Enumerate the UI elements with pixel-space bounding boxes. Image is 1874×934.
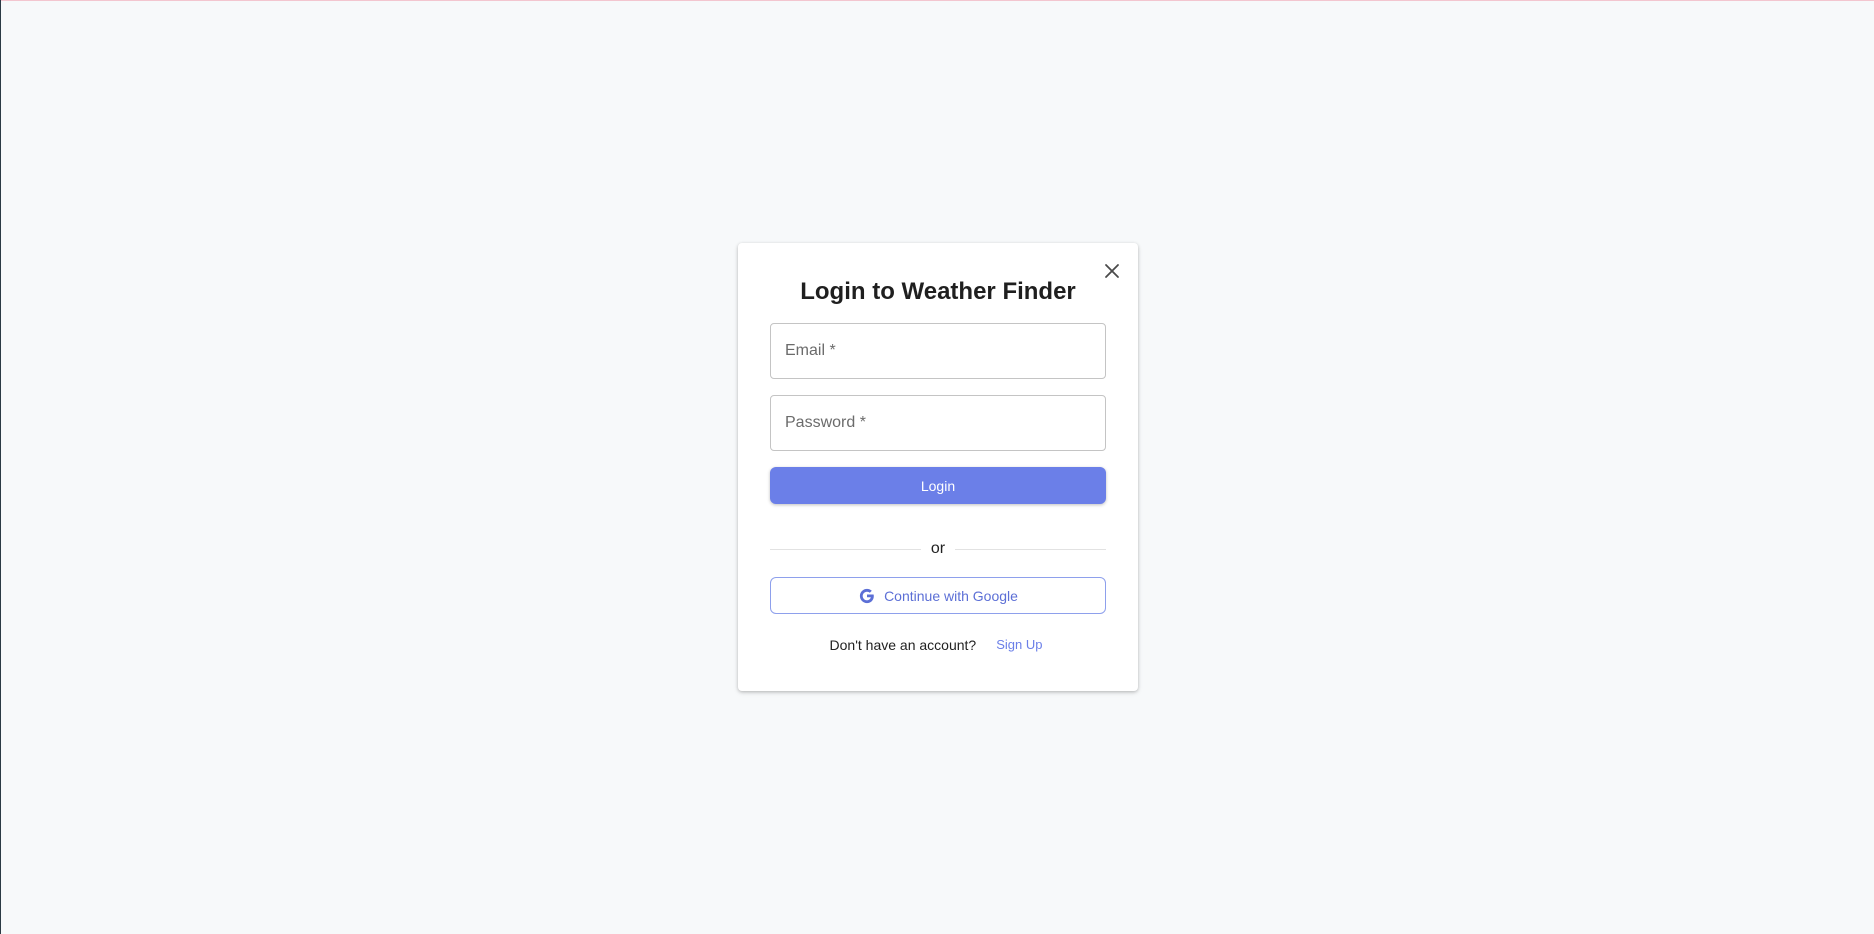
- left-border-line: [0, 0, 1, 934]
- signup-row: Don't have an account? Sign Up: [738, 633, 1138, 656]
- google-login-button[interactable]: Continue with Google: [770, 577, 1106, 614]
- divider-text: or: [930, 540, 946, 557]
- divider-line-right: [955, 548, 1107, 550]
- dialog-title: Login to Weather Finder: [800, 278, 1076, 305]
- email-input[interactable]: [771, 324, 1105, 378]
- divider-line-left: [770, 548, 921, 550]
- login-button[interactable]: Login: [770, 467, 1106, 504]
- signup-link[interactable]: Sign Up: [992, 633, 1046, 656]
- password-input[interactable]: [771, 396, 1105, 450]
- login-dialog: Login to Weather Finder Email * Password…: [738, 243, 1138, 691]
- email-field[interactable]: Email *: [770, 323, 1106, 379]
- google-button-label: Continue with Google: [884, 587, 1018, 604]
- signup-prompt: Don't have an account?: [829, 636, 977, 653]
- top-border-line: [0, 0, 1874, 1]
- google-g-icon: [858, 587, 876, 605]
- or-divider: or: [770, 539, 1107, 559]
- password-field[interactable]: Password *: [770, 395, 1106, 451]
